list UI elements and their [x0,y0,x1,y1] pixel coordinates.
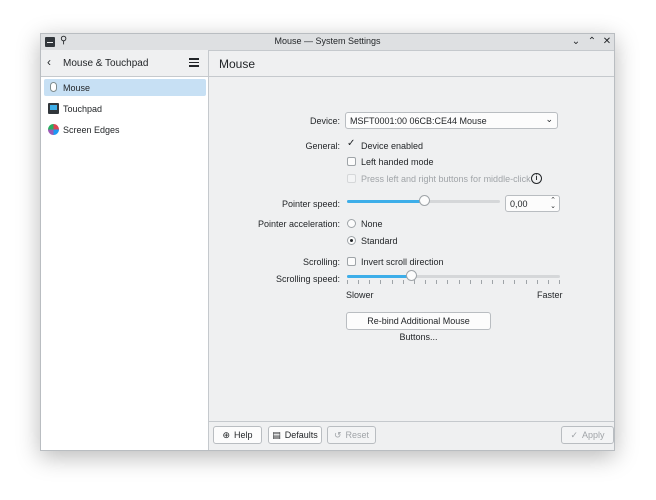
middle-click-checkbox [347,174,356,183]
slider-tick [447,280,448,284]
reset-label: Reset [345,430,370,440]
help-button[interactable]: ⊕ Help [213,426,262,444]
left-handed-checkbox[interactable] [347,157,356,166]
mouse-icon [50,82,57,92]
sidebar-item-label: Screen Edges [63,125,120,135]
window-title: Mouse — System Settings [274,36,381,46]
back-icon[interactable]: ‹ [47,56,51,68]
device-label: Device: [309,116,340,126]
slider-tick [436,280,437,284]
chevron-down-icon: ⌄ [545,114,553,124]
minimize-icon[interactable]: ⌄ [570,35,582,48]
slider-tick [380,280,381,284]
defaults-icon: ▤ [272,430,281,440]
sidebar: ‹ Mouse & Touchpad Mouse Touchpad Screen… [41,50,209,450]
scrolling-speed-slider[interactable] [347,270,560,284]
defaults-button[interactable]: ▤ Defaults [268,426,322,444]
sidebar-item-touchpad[interactable]: Touchpad [44,100,206,117]
content-pane: Mouse Device: MSFT0001:00 06CB:CE44 Mous… [209,50,614,450]
slider-tick [425,280,426,284]
hamburger-menu-icon[interactable] [189,58,199,67]
footer-divider [209,421,614,422]
pointer-speed-spinbox[interactable]: 0,00 ⌃ ⌄ [505,195,560,212]
sidebar-item-screen-edges[interactable]: Screen Edges [44,121,206,138]
slider-tick [358,280,359,284]
acceleration-none-label[interactable]: None [361,219,383,229]
slider-tick [548,280,549,284]
acceleration-none-radio[interactable] [347,219,356,228]
slider-tick [503,280,504,284]
maximize-icon[interactable]: ⌃ [586,35,598,48]
screen-edges-icon [48,124,59,135]
sidebar-title: Mouse & Touchpad [63,58,149,69]
slider-tick [481,280,482,284]
pointer-speed-value: 0,00 [510,199,528,209]
apply-button: ✓ Apply [561,426,614,444]
touchpad-icon [48,103,59,114]
scrolling-label: Scrolling: [302,257,340,267]
device-enabled-checkbox[interactable] [347,138,356,150]
device-combobox[interactable]: MSFT0001:00 06CB:CE44 Mouse ⌄ [345,112,558,129]
reset-button: ↺ Reset [327,426,376,444]
device-enabled-label[interactable]: Device enabled [361,141,423,151]
defaults-label: Defaults [284,430,318,440]
acceleration-standard-label[interactable]: Standard [361,236,398,246]
sidebar-item-label: Mouse [63,83,91,93]
help-label: Help [234,430,253,440]
acceleration-standard-radio[interactable] [347,236,356,245]
close-icon[interactable]: ✕ [601,35,613,48]
sidebar-item-mouse[interactable]: Mouse [44,79,206,96]
slider-ticks [347,205,500,210]
slider-tick [459,280,460,284]
slider-fill [347,200,424,203]
slider-tick [537,280,538,284]
slider-tick [392,280,393,284]
slider-tick [526,280,527,284]
left-handed-label[interactable]: Left handed mode [361,157,434,167]
reset-icon: ↺ [333,430,342,440]
invert-scroll-checkbox[interactable] [347,257,356,266]
sidebar-item-label: Touchpad [63,104,103,114]
middle-click-label: Press left and right buttons for middle-… [361,174,531,184]
sidebar-header: ‹ Mouse & Touchpad [41,50,208,77]
invert-scroll-label[interactable]: Invert scroll direction [361,257,444,267]
rebind-buttons-button[interactable]: Re-bind Additional Mouse Buttons... [346,312,491,342]
slider-tick [414,280,415,284]
help-icon: ⊕ [222,430,231,440]
title-bar[interactable]: ⚲ Mouse — System Settings ⌄ ⌃ ✕ [41,34,614,51]
pointer-acceleration-label: Pointer acceleration: [257,219,340,229]
slider-ticks [347,280,560,285]
pointer-speed-slider[interactable] [347,195,500,209]
info-icon[interactable]: i [531,173,542,184]
slider-tick [514,280,515,284]
slower-label: Slower [346,290,374,300]
content-header: Mouse [209,50,614,77]
slider-tick [492,280,493,284]
scrolling-speed-label: Scrolling speed: [275,274,340,284]
faster-label: Faster [537,290,563,300]
general-label: General: [305,141,340,151]
page-title: Mouse [219,57,256,71]
apply-icon: ✓ [570,430,579,440]
settings-window: ⚲ Mouse — System Settings ⌄ ⌃ ✕ ‹ Mouse … [40,33,615,451]
apply-label: Apply [582,430,605,440]
slider-tick [403,280,404,284]
slider-fill [347,275,411,278]
slider-tick [369,280,370,284]
slider-tick [559,280,560,284]
slider-tick [470,280,471,284]
slider-tick [347,280,348,284]
device-value: MSFT0001:00 06CB:CE44 Mouse [350,116,487,126]
pointer-speed-label: Pointer speed: [281,199,340,209]
spin-down-icon[interactable]: ⌄ [550,203,556,210]
